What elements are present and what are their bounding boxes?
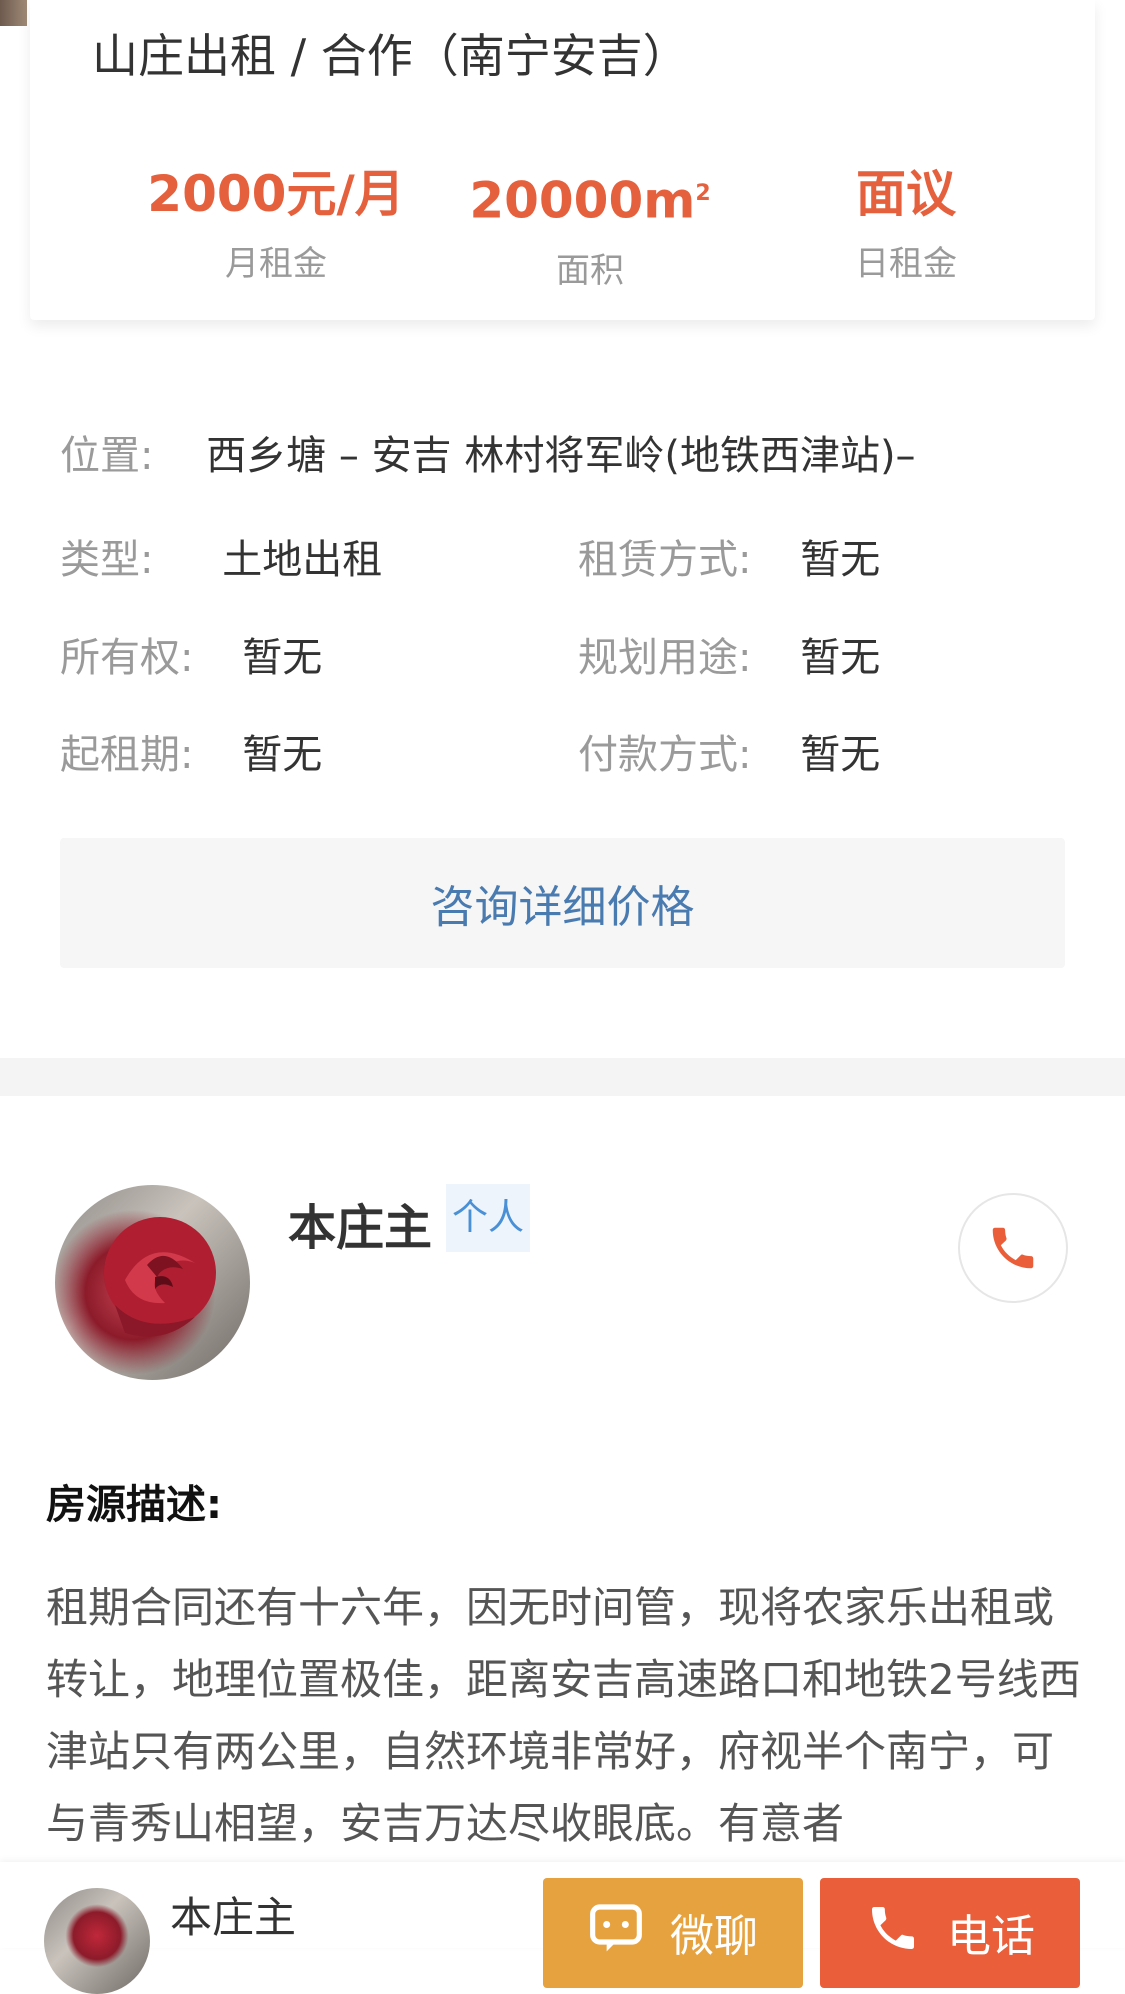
- payment-key: 付款方式:: [578, 732, 752, 778]
- detail-lease-method: 租赁方式: 暂无: [578, 527, 880, 585]
- bottom-owner-avatar[interactable]: [44, 1888, 150, 1994]
- lease-method-key: 租赁方式:: [578, 537, 752, 583]
- type-value: 土地出租: [222, 537, 383, 583]
- area-value: 20000m2: [469, 171, 711, 230]
- ownership-key: 所有权:: [60, 635, 194, 681]
- planned-use-value: 暂无: [800, 635, 881, 681]
- owner-type-badge: 个人: [446, 1184, 531, 1252]
- bottom-owner-name: 本庄主: [170, 1893, 297, 1942]
- location-value: 西乡塘 – 安吉 林村将军岭(地铁西津站)–: [206, 433, 916, 479]
- listing-summary-card: 山庄出租 / 合作（南宁安吉） 2000元/月 月租金 20000m2 面积 面…: [30, 0, 1095, 320]
- min-term-key: 起租期:: [60, 732, 194, 778]
- type-key: 类型:: [60, 537, 154, 583]
- detail-payment: 付款方式: 暂无: [578, 722, 880, 780]
- detail-planned-use: 规划用途: 暂无: [578, 625, 880, 683]
- ownership-value: 暂无: [242, 635, 323, 681]
- phone-call-button[interactable]: 电话: [820, 1878, 1080, 1988]
- detail-type: 类型: 土地出租: [60, 527, 382, 585]
- bottom-action-bar: 本庄主 微聊 电话: [0, 1862, 1125, 1994]
- area-unit-superscript: 2: [695, 181, 711, 206]
- monthly-rent-value: 2000元/月: [147, 165, 405, 223]
- detail-ownership: 所有权: 暂无: [60, 625, 322, 683]
- location-key: 位置:: [60, 433, 154, 479]
- daily-rent-value: 面议: [856, 165, 956, 223]
- chat-button-label: 微聊: [670, 1911, 758, 1962]
- stat-monthly-rent: 2000元/月 月租金: [116, 160, 436, 285]
- chat-button[interactable]: 微聊: [543, 1878, 803, 1988]
- detail-min-term: 起租期: 暂无: [60, 722, 322, 780]
- section-divider: [0, 1058, 1125, 1096]
- monthly-rent-label: 月租金: [225, 244, 327, 284]
- min-term-value: 暂无: [242, 732, 323, 778]
- planned-use-key: 规划用途:: [578, 635, 752, 681]
- lease-method-value: 暂无: [800, 537, 881, 583]
- consult-price-button[interactable]: 咨询详细价格: [60, 838, 1065, 968]
- phone-call-button-label: 电话: [947, 1911, 1035, 1962]
- stat-daily-rent: 面议 日租金: [746, 160, 1066, 285]
- call-owner-button[interactable]: [958, 1193, 1068, 1303]
- daily-rent-label: 日租金: [855, 244, 957, 284]
- owner-name: 本庄主: [288, 1200, 433, 1256]
- area-label: 面积: [556, 250, 624, 291]
- listing-title: 山庄出租 / 合作（南宁安吉）: [92, 29, 689, 83]
- owner-avatar[interactable]: [55, 1185, 250, 1380]
- payment-value: 暂无: [800, 732, 881, 778]
- description-body: 租期合同还有十六年，因无时间管，现将农家乐出租或转让，地理位置极佳，距离安吉高速…: [46, 1583, 1081, 1848]
- stat-area: 20000m2 面积: [430, 160, 750, 292]
- description-title: 房源描述:: [46, 1482, 222, 1528]
- phone-icon: [992, 1227, 1034, 1269]
- hero-image-edge: [0, 0, 27, 26]
- rose-image: [104, 1217, 216, 1337]
- detail-location: 位置: 西乡塘 – 安吉 林村将军岭(地铁西津站)–: [60, 423, 916, 481]
